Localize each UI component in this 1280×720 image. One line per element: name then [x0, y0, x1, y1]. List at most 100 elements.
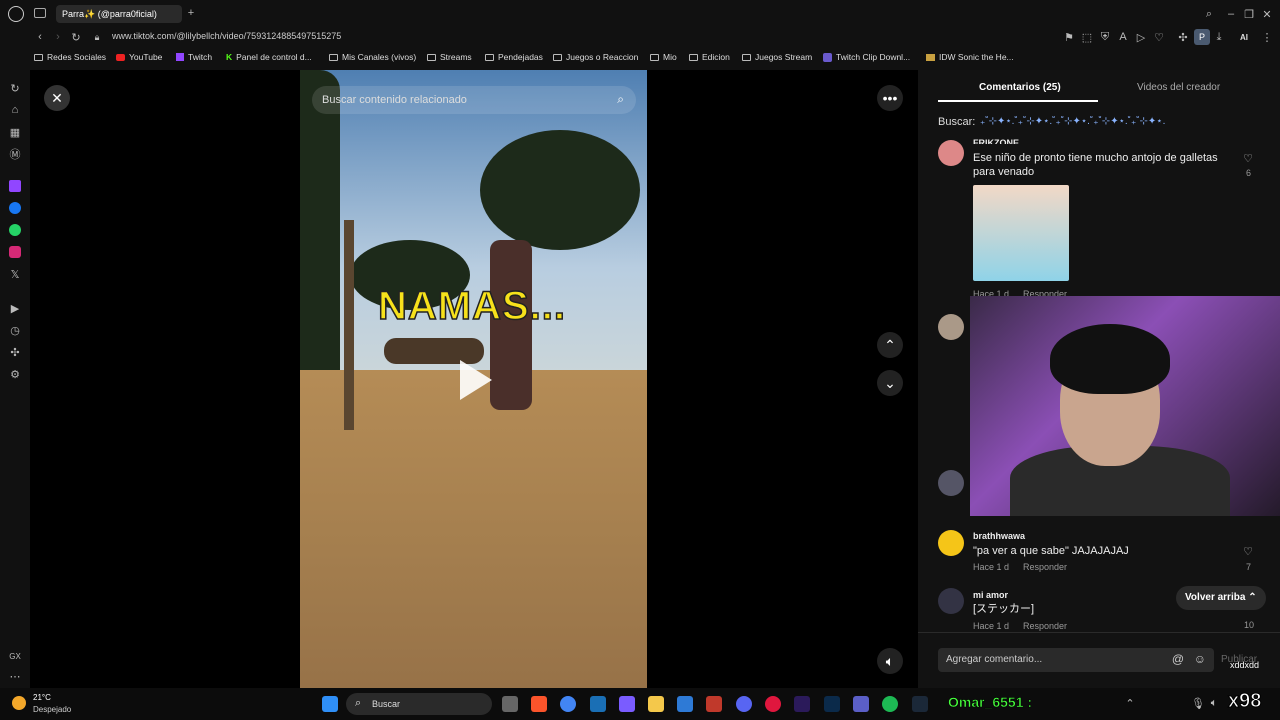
player-icon[interactable]: ▶: [9, 302, 21, 315]
m-icon[interactable]: Ⓜ: [9, 148, 21, 161]
shield-icon[interactable]: ⛨: [1100, 31, 1110, 43]
settings-icon[interactable]: ⚙: [9, 368, 21, 381]
snapshot-icon[interactable]: ⬚: [1082, 31, 1092, 44]
heart-icon[interactable]: ♡: [1154, 31, 1164, 44]
bookmark-item[interactable]: Twitch: [176, 52, 212, 62]
opera-logo-icon[interactable]: [8, 6, 24, 22]
instagram-icon[interactable]: [9, 246, 21, 258]
discord-icon[interactable]: [736, 696, 752, 712]
steam-icon[interactable]: [912, 696, 928, 712]
new-tab-icon[interactable]: +: [184, 6, 198, 20]
emoji-icon[interactable]: ☺: [1194, 652, 1206, 666]
forward-icon[interactable]: ›: [52, 30, 64, 44]
history-icon[interactable]: ↻: [9, 82, 21, 95]
app-icon[interactable]: [706, 696, 722, 712]
cube-icon[interactable]: ▦: [9, 126, 21, 139]
taskbar-search[interactable]: ⌕ Buscar: [346, 693, 492, 715]
more-icon[interactable]: •••: [877, 85, 903, 111]
folder-icon[interactable]: [648, 696, 664, 712]
avatar[interactable]: [938, 140, 964, 166]
chrome-icon[interactable]: [560, 696, 576, 712]
close-window-icon[interactable]: ✕: [1260, 7, 1274, 21]
chevron-down-icon[interactable]: ⌄: [877, 370, 903, 396]
bookmark-item[interactable]: Streams: [427, 52, 472, 62]
bookmark-item[interactable]: Twitch Clip Downl...: [823, 52, 910, 62]
bookmark-item[interactable]: IDW Sonic the He...: [926, 52, 1014, 62]
speaker-icon[interactable]: 🔈︎: [1208, 696, 1220, 710]
file-icon[interactable]: [502, 696, 518, 712]
download-icon[interactable]: ⤓: [1214, 31, 1224, 43]
related-search-input[interactable]: Buscar contenido relacionado ⌕: [312, 86, 636, 114]
reload-icon[interactable]: ↻: [70, 30, 82, 44]
bookmark-item[interactable]: Pendejadas: [485, 52, 543, 62]
brave-icon[interactable]: [531, 696, 547, 712]
avatar[interactable]: [938, 530, 964, 556]
search-tabs-icon[interactable]: ⌕: [1202, 7, 1216, 21]
bookmark-item[interactable]: Mis Canales (vivos): [329, 52, 416, 62]
translate-icon[interactable]: A: [1118, 31, 1128, 43]
cast-icon[interactable]: ▷: [1136, 31, 1146, 44]
mic-icon[interactable]: 🎙︎: [1191, 696, 1205, 710]
opera-icon[interactable]: [765, 696, 781, 712]
bookmark-item[interactable]: Edicion: [689, 52, 730, 62]
reply-link[interactable]: Responder: [1023, 562, 1067, 572]
avatar[interactable]: [938, 470, 964, 496]
bookmark-item[interactable]: Mio: [650, 52, 677, 62]
url-field[interactable]: www.tiktok.com/@lilybellch/video/7593124…: [112, 31, 341, 41]
photoshop-icon[interactable]: [824, 696, 840, 712]
minimize-icon[interactable]: –: [1224, 7, 1238, 21]
store-icon[interactable]: [677, 696, 693, 712]
copilot-icon[interactable]: [619, 696, 635, 712]
comment-user[interactable]: FRIKZONE: [973, 138, 1019, 144]
weather-temp[interactable]: 21°C: [33, 693, 51, 702]
gx-label[interactable]: GX: [6, 650, 24, 662]
chevron-up-icon[interactable]: ⌃: [877, 332, 903, 358]
x-icon[interactable]: 𝕏: [9, 268, 21, 281]
spotify-icon[interactable]: [882, 696, 898, 712]
profile-avatar[interactable]: P: [1194, 29, 1210, 45]
extensions-icon[interactable]: ✣: [1178, 31, 1188, 44]
avatar[interactable]: [938, 314, 964, 340]
tray-chevron-icon[interactable]: ⌃: [1124, 696, 1136, 710]
bookmark-item[interactable]: Redes Sociales: [34, 52, 106, 62]
tab-creator-videos[interactable]: Videos del creador: [1137, 82, 1220, 93]
teams-icon[interactable]: [853, 696, 869, 712]
puzzle-icon[interactable]: ✣: [9, 346, 21, 359]
search-icon[interactable]: ⌕: [617, 92, 624, 107]
tab-comments[interactable]: Comentarios (25): [979, 82, 1061, 93]
avatar[interactable]: [938, 588, 964, 614]
weather-desc[interactable]: Despejado: [33, 705, 71, 714]
workspaces-icon[interactable]: [34, 8, 46, 18]
bookmark-item[interactable]: Juegos o Reaccion: [553, 52, 638, 62]
start-icon[interactable]: [322, 696, 338, 712]
back-to-top-button[interactable]: Volver arriba ⌃: [1176, 586, 1266, 610]
comment-sticker-image[interactable]: [973, 185, 1069, 281]
comment-user[interactable]: mi amor: [973, 590, 1008, 600]
video-player[interactable]: NAMAS...: [300, 70, 647, 688]
bookmark-icon[interactable]: ⚑: [1064, 31, 1074, 44]
twitch-sidebar-icon[interactable]: [9, 180, 21, 192]
tab-active[interactable]: Parra✨ (@parra0ficial): [56, 5, 182, 23]
messenger-icon[interactable]: [9, 202, 21, 214]
premiere-icon[interactable]: [794, 696, 810, 712]
back-icon[interactable]: ‹: [34, 30, 46, 44]
ai-button[interactable]: AI: [1232, 31, 1256, 43]
play-icon[interactable]: [460, 360, 492, 400]
more-sidebar-icon[interactable]: ⋯: [9, 670, 21, 683]
mention-icon[interactable]: @: [1172, 652, 1184, 666]
close-icon[interactable]: ✕: [44, 85, 70, 111]
comment-user[interactable]: brathhwawa: [973, 531, 1025, 541]
whatsapp-icon[interactable]: [9, 224, 21, 236]
ai-icon[interactable]: ⌂: [9, 104, 21, 116]
reply-link[interactable]: Responder: [1023, 621, 1067, 631]
volume-icon[interactable]: 🔈︎: [877, 648, 903, 674]
editor-icon[interactable]: [590, 696, 606, 712]
search-value[interactable]: ₊˚⊹✦⋆.˚₊˚⊹✦⋆.˚₊˚⊹✦⋆.˚₊˚⊹✦⋆.˚₊˚⊹✦⋆.: [980, 116, 1235, 127]
bookmark-item[interactable]: YouTube: [116, 52, 162, 62]
bookmark-item[interactable]: K Panel de control d...: [226, 52, 312, 62]
comment-input[interactable]: Agregar comentario... @ ☺: [938, 648, 1214, 672]
clock-icon[interactable]: ◷: [9, 324, 21, 337]
maximize-icon[interactable]: ❐: [1242, 7, 1256, 21]
heart-icon[interactable]: ♡: [1241, 152, 1255, 165]
bookmark-item[interactable]: Juegos Stream: [742, 52, 812, 62]
